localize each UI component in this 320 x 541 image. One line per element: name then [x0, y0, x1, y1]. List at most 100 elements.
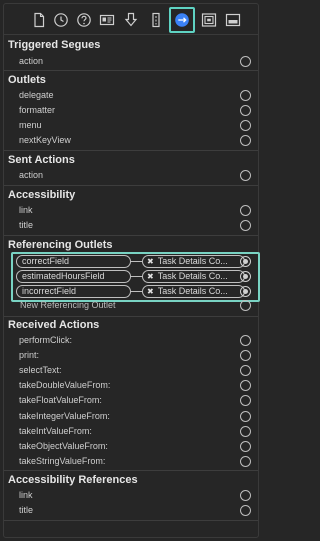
section-divider: [4, 185, 258, 186]
outlet-formatter-row[interactable]: formatter: [4, 103, 258, 118]
history-icon[interactable]: [51, 10, 71, 30]
size-inspector-icon[interactable]: [146, 10, 166, 30]
received-action-row[interactable]: performClick:: [4, 333, 258, 348]
connection-circle[interactable]: [240, 490, 251, 501]
section-divider: [4, 235, 258, 236]
remove-connection-icon[interactable]: ✖: [147, 287, 154, 296]
connection-circle[interactable]: [240, 135, 251, 146]
connection-circle-connected[interactable]: [240, 286, 251, 297]
row-label: takeIntValueFrom:: [19, 426, 92, 436]
received-action-row[interactable]: takeIntValueFrom:: [4, 424, 258, 439]
outlet-menu-row[interactable]: menu: [4, 118, 258, 133]
outlet-delegate-row[interactable]: delegate: [4, 88, 258, 103]
row-label: performClick:: [19, 335, 73, 345]
attributes-inspector-icon[interactable]: [121, 10, 141, 30]
section-divider: [4, 520, 258, 521]
received-action-row[interactable]: takeIntegerValueFrom:: [4, 409, 258, 424]
bindings-inspector-icon[interactable]: [199, 10, 219, 30]
new-referencing-outlet-row[interactable]: New Referencing Outlet: [4, 300, 258, 315]
connection-circle[interactable]: [240, 426, 251, 437]
section-divider: [4, 70, 258, 71]
connection-circle[interactable]: [240, 505, 251, 516]
file-inspector-icon[interactable]: [29, 10, 49, 30]
row-label: nextKeyView: [19, 135, 71, 145]
connection-circle[interactable]: [240, 56, 251, 67]
outlet-target-pill[interactable]: ✖ Task Details Co...: [142, 270, 245, 283]
connection-circle[interactable]: [240, 350, 251, 361]
connections-inspector-icon[interactable]: [169, 7, 195, 33]
connection-line: [130, 276, 142, 277]
row-label: takeStringValueFrom:: [19, 456, 106, 466]
connection-line: [130, 291, 142, 292]
row-label: link: [19, 490, 33, 500]
connections-inspector-panel: Triggered Segues action Outlets delegate…: [3, 3, 260, 538]
remove-connection-icon[interactable]: ✖: [147, 272, 154, 281]
connection-circle[interactable]: [240, 380, 251, 391]
outlet-target-pill[interactable]: ✖ Task Details Co...: [142, 255, 245, 268]
outlet-target-pill[interactable]: ✖ Task Details Co...: [142, 285, 245, 298]
remove-connection-icon[interactable]: ✖: [147, 257, 154, 266]
row-label: takeDoubleValueFrom:: [19, 380, 111, 390]
received-actions-header: Received Actions: [8, 319, 100, 331]
triggered-segue-action-row[interactable]: action: [4, 54, 258, 69]
connection-circle-connected[interactable]: [240, 256, 251, 267]
connection-circle[interactable]: [240, 456, 251, 467]
row-label: menu: [19, 120, 42, 130]
received-action-row[interactable]: print:: [4, 348, 258, 363]
received-action-row[interactable]: takeDoubleValueFrom:: [4, 378, 258, 393]
connection-circle[interactable]: [240, 120, 251, 131]
received-action-row[interactable]: selectText:: [4, 363, 258, 378]
outlet-name-pill[interactable]: correctField: [16, 255, 131, 268]
outlet-target-label: Task Details Co...: [157, 256, 228, 266]
connection-circle[interactable]: [240, 365, 251, 376]
connection-circle[interactable]: [240, 220, 251, 231]
new-referencing-outlet-label: New Referencing Outlet: [20, 300, 116, 310]
received-action-row[interactable]: takeStringValueFrom:: [4, 454, 258, 469]
accessibility-reference-link-row[interactable]: link: [4, 488, 258, 503]
received-action-row[interactable]: takeObjectValueFrom:: [4, 439, 258, 454]
identity-inspector-icon[interactable]: [97, 10, 117, 30]
row-label: title: [19, 505, 34, 515]
connection-circle[interactable]: [240, 170, 251, 181]
accessibility-references-header: Accessibility References: [8, 474, 138, 486]
inspector-toolbar: [4, 4, 258, 35]
outlets-header: Outlets: [8, 74, 46, 86]
connection-circle[interactable]: [240, 105, 251, 116]
row-label: title: [19, 220, 34, 230]
quick-help-icon[interactable]: [74, 10, 94, 30]
outlet-nextkeyview-row[interactable]: nextKeyView: [4, 133, 258, 148]
section-divider: [4, 150, 258, 151]
row-label: action: [19, 170, 44, 180]
connection-circle[interactable]: [240, 441, 251, 452]
connection-circle[interactable]: [240, 300, 251, 311]
connection-circle[interactable]: [240, 335, 251, 346]
connection-circle[interactable]: [240, 395, 251, 406]
outlet-target-label: Task Details Co...: [157, 286, 228, 296]
connection-line: [130, 261, 142, 262]
row-label: takeIntegerValueFrom:: [19, 411, 110, 421]
row-label: link: [19, 205, 33, 215]
triggered-segues-header: Triggered Segues: [8, 39, 101, 51]
section-divider: [4, 470, 258, 471]
accessibility-title-row[interactable]: title: [4, 218, 258, 233]
received-action-row[interactable]: takeFloatValueFrom:: [4, 393, 258, 408]
referencing-outlet-row[interactable]: correctField ✖ Task Details Co...: [4, 254, 258, 269]
referencing-outlet-row[interactable]: estimatedHoursField ✖ Task Details Co...: [4, 269, 258, 284]
sent-action-row[interactable]: action: [4, 168, 258, 183]
view-effects-inspector-icon[interactable]: [223, 10, 243, 30]
row-label: takeObjectValueFrom:: [19, 441, 108, 451]
accessibility-header: Accessibility: [8, 189, 76, 201]
outlet-name-pill[interactable]: incorrectField: [16, 285, 131, 298]
connection-circle[interactable]: [240, 411, 251, 422]
connection-circle-connected[interactable]: [240, 271, 251, 282]
accessibility-link-row[interactable]: link: [4, 203, 258, 218]
connection-circle[interactable]: [240, 205, 251, 216]
connection-circle[interactable]: [240, 90, 251, 101]
referencing-outlets-header: Referencing Outlets: [8, 239, 113, 251]
outlet-name-pill[interactable]: estimatedHoursField: [16, 270, 131, 283]
sent-actions-header: Sent Actions: [8, 154, 75, 166]
row-label: action: [19, 56, 44, 66]
outlet-target-label: Task Details Co...: [157, 271, 228, 281]
referencing-outlet-row[interactable]: incorrectField ✖ Task Details Co...: [4, 284, 258, 299]
accessibility-reference-title-row[interactable]: title: [4, 503, 258, 518]
